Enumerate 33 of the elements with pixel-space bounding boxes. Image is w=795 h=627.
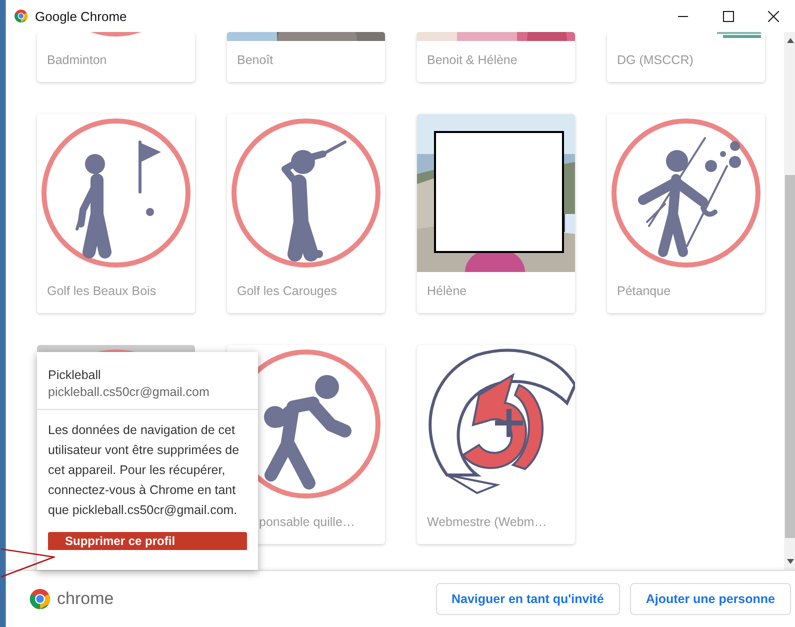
profile-name: Webmestre (Webm… — [426, 514, 548, 531]
profile-card[interactable]: Webmestre (Webm… — [417, 345, 575, 544]
profile-name: Pickleball — [48, 368, 102, 382]
profile-name: Badminton — [46, 52, 108, 69]
profile-name: DG (MSCCR) — [616, 52, 694, 69]
scroll-down-icon — [786, 559, 794, 564]
profile-card[interactable]: Badminton — [37, 32, 195, 82]
brand-name: chrome — [57, 589, 114, 609]
footer-button[interactable]: Naviguer en tant qu'invité — [436, 583, 620, 615]
profile-card[interactable]: Golf les Beaux Bois — [37, 114, 195, 313]
profile-card[interactable]: DG (MSCCR) — [607, 32, 765, 82]
profile-card[interactable]: Benoît — [227, 32, 385, 82]
profile-name: Benoit & Hélène — [426, 52, 518, 69]
leader-line — [1, 548, 55, 578]
profile-card[interactable]: Hélène — [417, 114, 575, 313]
profile-name: Benoît — [236, 52, 274, 69]
scroll-up-icon — [786, 38, 794, 43]
scrollbar-thumb[interactable] — [785, 175, 795, 538]
profile-card[interactable]: Golf les Carouges — [227, 114, 385, 313]
delete-profile-button[interactable]: Supprimer ce profil — [48, 532, 247, 550]
chrome-logo-icon — [29, 588, 51, 610]
footer-button[interactable]: Ajouter une personne — [630, 583, 791, 615]
profile-name: Golf les Beaux Bois — [46, 283, 158, 300]
profile-name: Golf les Carouges — [236, 283, 338, 300]
profile-name: Pétanque — [616, 283, 672, 300]
chrome-logo-icon — [14, 9, 28, 23]
maximize-icon — [723, 10, 734, 22]
profile-card[interactable]: Pétanque — [607, 114, 765, 313]
close-icon — [768, 10, 779, 22]
profile-card[interactable]: Benoit & Hélène — [417, 32, 575, 82]
profile-email: pickleball.cs50cr@gmail.com — [48, 385, 210, 399]
window-title: Google Chrome — [35, 8, 128, 24]
profile-name: Hélène — [426, 283, 468, 300]
